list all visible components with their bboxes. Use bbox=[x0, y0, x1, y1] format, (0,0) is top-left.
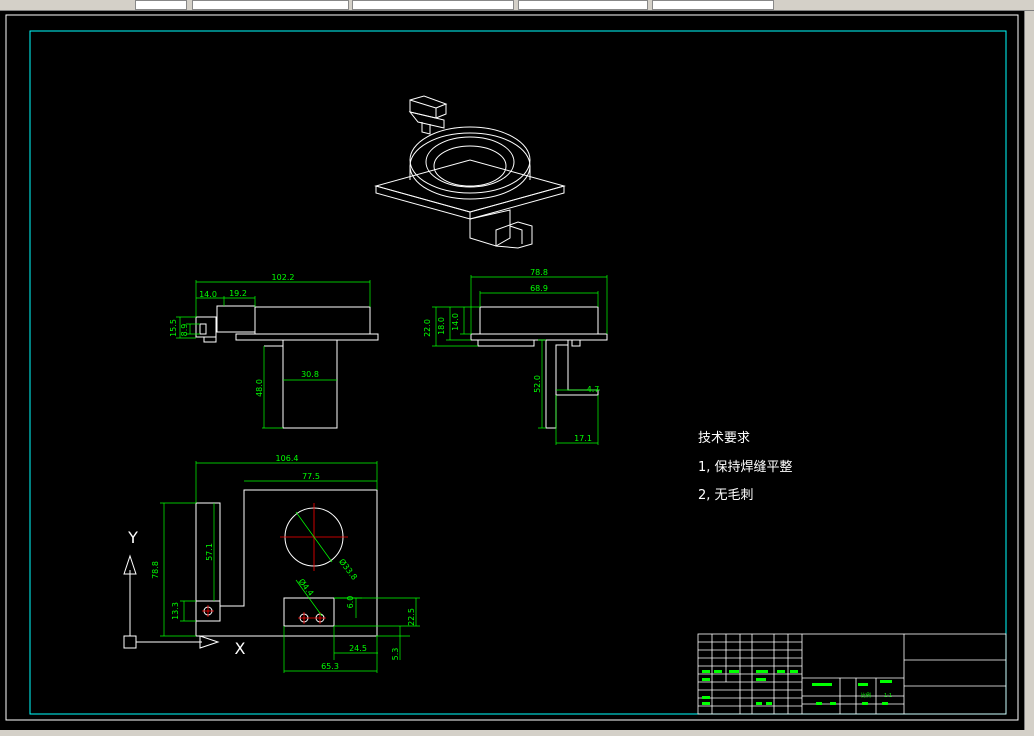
dim-top-h1: 24.5 bbox=[349, 644, 367, 653]
dim-side-thk: 4.7 bbox=[587, 385, 600, 394]
dim-top-h2: 65.3 bbox=[321, 662, 339, 671]
toolbar-lineweight-dropdown[interactable] bbox=[652, 0, 774, 10]
isometric-view bbox=[374, 95, 566, 249]
dim-top-height: 78.8 bbox=[151, 561, 160, 579]
toolbar-layer-dropdown[interactable] bbox=[192, 0, 349, 10]
vertical-scrollbar[interactable] bbox=[1024, 11, 1034, 730]
title-block bbox=[697, 633, 1007, 715]
ucs-x-label: X bbox=[235, 639, 246, 658]
front-view: 102.2 14.0 19.2 15.5 8.9 48.0 30.8 bbox=[169, 273, 379, 429]
dim-top-v3: 5.3 bbox=[391, 648, 400, 661]
dim-top-right: 77.5 bbox=[302, 472, 320, 481]
top-view: 106.4 77.5 78.8 57.1 13.3 Ø33.8 Ø4.4 6.0… bbox=[151, 454, 420, 673]
ucs-y-label: Y bbox=[127, 528, 138, 547]
toolbar-color-dropdown[interactable] bbox=[352, 0, 514, 10]
dim-top-hole: Ø4.4 bbox=[297, 577, 317, 598]
status-strip bbox=[0, 730, 1034, 736]
dim-top-v2: 22.5 bbox=[407, 608, 416, 626]
dim-front-h2: 8.9 bbox=[180, 324, 189, 337]
dim-front-top-width: 102.2 bbox=[272, 273, 295, 282]
dim-front-tab-w2: 19.2 bbox=[229, 289, 247, 298]
dim-top-v1: 6.0 bbox=[346, 596, 355, 609]
dim-side-h1: 22.0 bbox=[423, 319, 432, 337]
notes-title: 技术要求 bbox=[698, 431, 750, 446]
dim-side-h3: 14.0 bbox=[451, 313, 460, 331]
title-block-glyphs bbox=[702, 670, 892, 705]
ucs-icon bbox=[123, 554, 220, 649]
dim-side-leg-h: 52.0 bbox=[533, 375, 542, 393]
dim-front-leg-h: 48.0 bbox=[255, 379, 264, 397]
dim-side-h2: 18.0 bbox=[437, 317, 446, 335]
dim-side-width: 78.8 bbox=[530, 268, 548, 277]
dim-front-tab-w1: 14.0 bbox=[199, 290, 217, 299]
dim-top-small-h: 13.3 bbox=[171, 602, 180, 620]
dim-top-slot-h: 57.1 bbox=[205, 543, 214, 561]
toolbar-linetype-dropdown[interactable] bbox=[518, 0, 648, 10]
dim-top-width: 106.4 bbox=[276, 454, 299, 463]
dim-top-circle: Ø33.8 bbox=[337, 557, 360, 582]
cad-drawing: 102.2 14.0 19.2 15.5 8.9 48.0 30.8 78.8 bbox=[5, 14, 1019, 721]
notes-line1: 1, 保持焊缝平整 bbox=[698, 459, 793, 475]
drawing-canvas[interactable]: 102.2 14.0 19.2 15.5 8.9 48.0 30.8 78.8 bbox=[0, 11, 1024, 730]
toolbar-strip bbox=[0, 0, 1034, 11]
outer-border bbox=[5, 14, 1019, 721]
notes-line2: 2, 无毛刺 bbox=[698, 488, 754, 503]
dim-front-h1: 15.5 bbox=[169, 319, 178, 337]
dim-side-inner: 68.9 bbox=[530, 284, 548, 293]
dim-side-foot: 17.1 bbox=[574, 434, 592, 443]
title-block-scale-label: 比例 bbox=[861, 692, 871, 699]
toolbar-layer-control[interactable] bbox=[135, 0, 187, 10]
side-view: 78.8 68.9 22.0 18.0 14.0 52.0 4.7 17.1 bbox=[423, 268, 608, 445]
dim-front-leg-w: 30.8 bbox=[301, 370, 319, 379]
title-block-scale-value: 1:1 bbox=[884, 693, 892, 699]
